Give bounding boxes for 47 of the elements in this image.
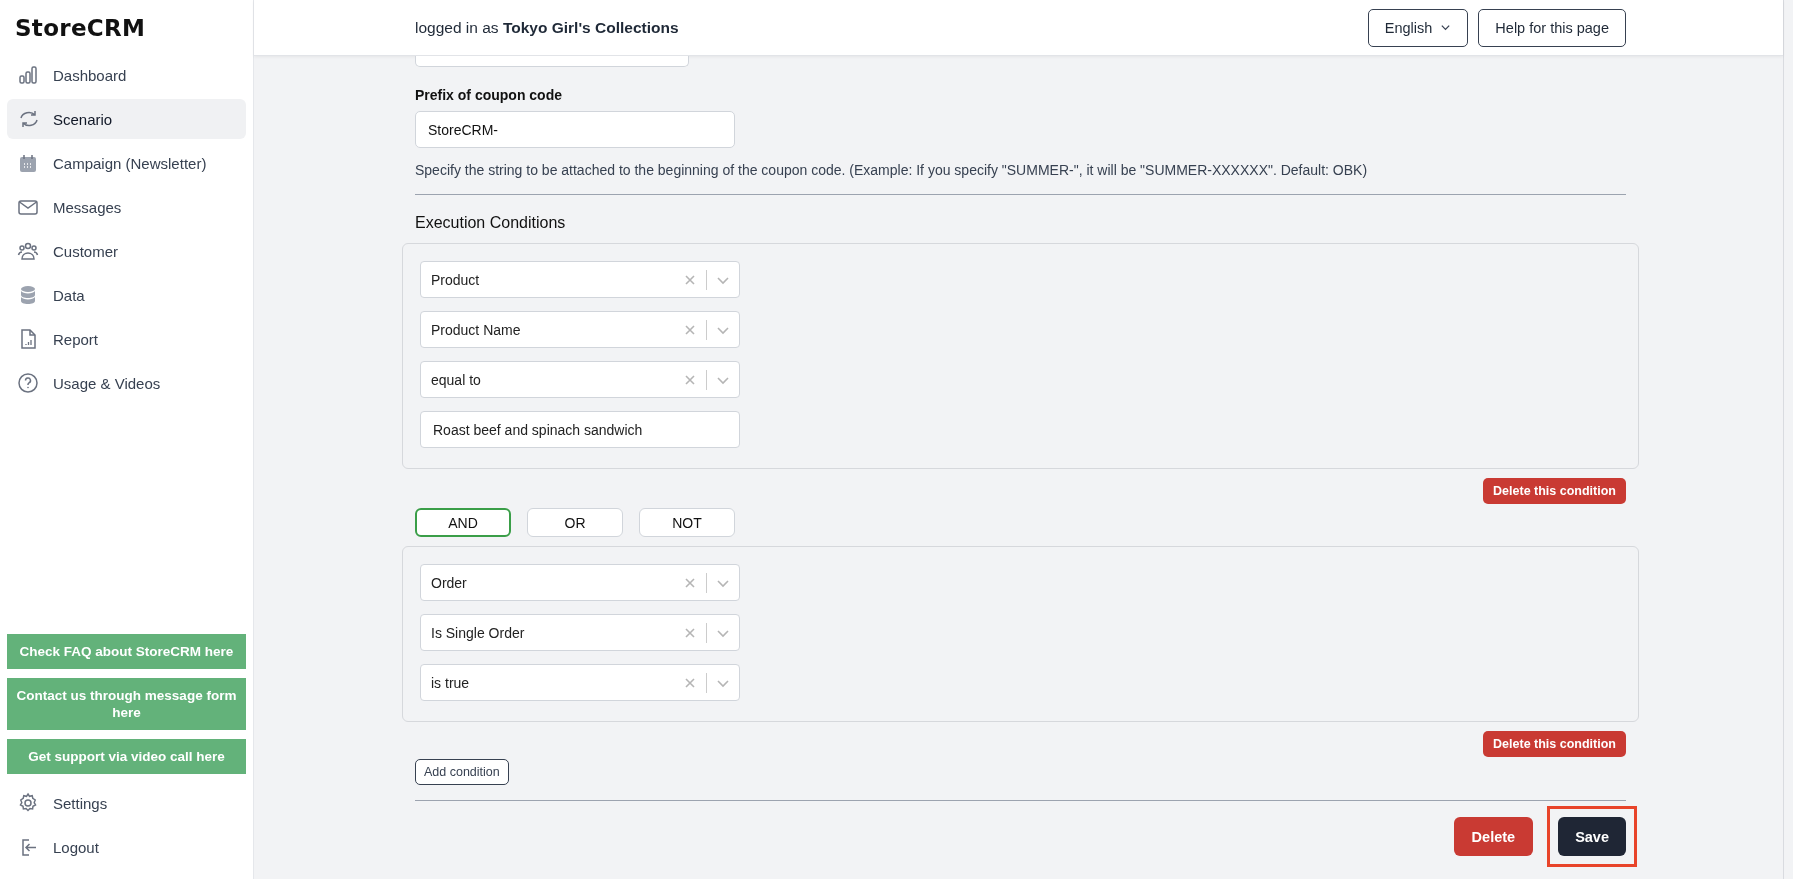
chevron-down-icon — [1440, 22, 1452, 33]
nav-item[interactable]: Report — [7, 319, 246, 359]
nav-item[interactable]: Dashboard — [7, 55, 246, 95]
nav-item[interactable]: Customer — [7, 231, 246, 271]
select-dropdown[interactable]: Is Single Order — [420, 614, 740, 651]
operator-toggle[interactable]: AND — [415, 508, 511, 537]
nav-item[interactable]: Settings — [7, 783, 246, 823]
section-title: Execution Conditions — [415, 214, 567, 232]
select-dropdown[interactable]: Product Name — [420, 311, 740, 348]
nav-item[interactable]: Scenario — [7, 99, 246, 139]
login-status: logged in as Tokyo Girl's Collections — [415, 18, 680, 37]
delete-condition-button[interactable]: Delete this condition — [1483, 478, 1626, 504]
input-field[interactable] — [415, 56, 689, 67]
language-dropdown[interactable]: English — [1367, 8, 1469, 47]
refresh-icon — [17, 108, 39, 130]
help-icon — [17, 372, 39, 394]
clear-icon — [684, 576, 696, 589]
bar-chart-icon — [17, 64, 39, 86]
coupon-prefix-field[interactable]: StoreCRM- — [415, 111, 735, 148]
clear-icon — [684, 626, 696, 639]
clear-icon — [684, 676, 696, 689]
nav-item[interactable]: Campaign (Newsletter) — [7, 143, 246, 183]
save-button[interactable]: Save — [1558, 817, 1626, 856]
nav-item[interactable]: Data — [7, 275, 246, 315]
nav-item[interactable]: Usage & Videos — [7, 363, 246, 403]
select-dropdown[interactable]: is true — [420, 664, 740, 701]
logo: StoreCRM — [15, 15, 146, 41]
delete-condition-button[interactable]: Delete this condition — [1483, 731, 1626, 757]
add-condition-button[interactable]: Add condition — [415, 759, 509, 785]
operator-toggle[interactable]: OR — [527, 508, 623, 537]
nav-item[interactable]: Logout — [7, 827, 246, 867]
text-field[interactable]: Roast beef and spinach sandwich — [420, 411, 740, 448]
select-dropdown[interactable]: equal to — [420, 361, 740, 398]
operator-toggle[interactable]: NOT — [639, 508, 735, 537]
settings-icon — [17, 792, 39, 814]
clear-icon — [684, 323, 696, 336]
select-dropdown[interactable]: Order — [420, 564, 740, 601]
help-text: Specify the string to be attached to the beginning of the coupon code. (Example: If you specify "SUMMER-", it will be "SUMMER-XXXXXX". Default: OBK) — [415, 162, 1369, 178]
nav-item[interactable]: Messages — [7, 187, 246, 227]
clear-icon — [684, 373, 696, 386]
calendar-icon — [17, 152, 39, 174]
field-label: Prefix of coupon code — [415, 87, 563, 103]
clear-icon — [684, 273, 696, 286]
people-icon — [17, 240, 39, 262]
select-dropdown[interactable]: Product — [420, 261, 740, 298]
delete-button[interactable]: Delete — [1453, 817, 1534, 856]
help-button[interactable]: Help for this page — [1478, 8, 1626, 47]
